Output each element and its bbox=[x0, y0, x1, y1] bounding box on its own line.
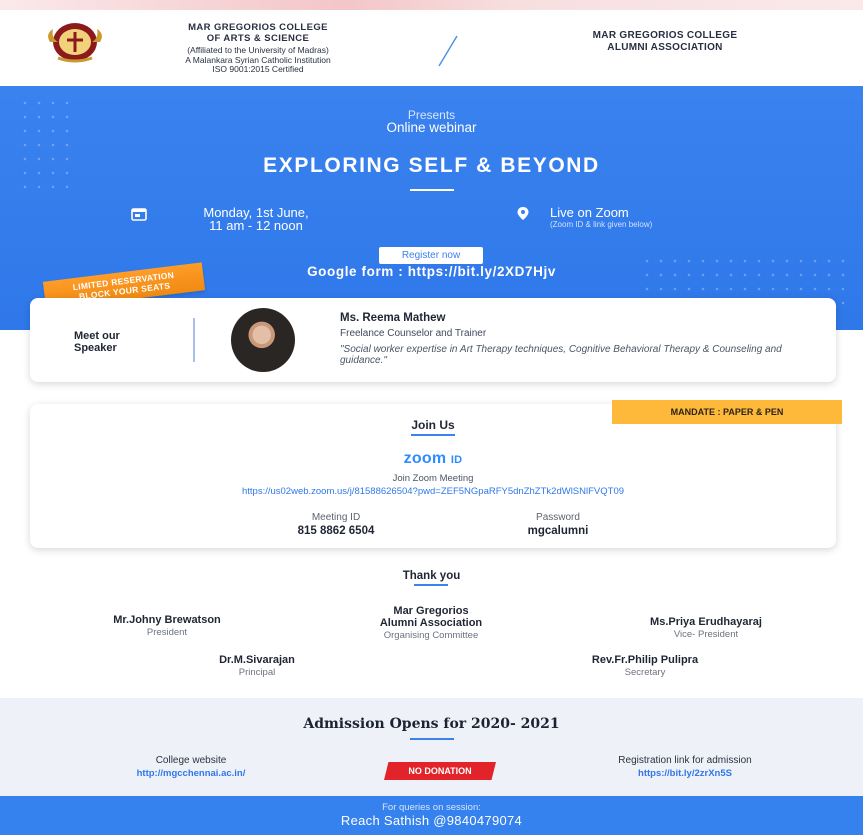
letterhead: MAR GREGORIOS COLLEGE OF ARTS & SCIENCE … bbox=[0, 0, 863, 86]
calendar-icon bbox=[131, 208, 147, 221]
join-card: MANDATE : PAPER & PEN Join Us zoom ID Jo… bbox=[30, 400, 842, 548]
location-pin-icon bbox=[517, 207, 529, 220]
zoom-meeting-link[interactable]: https://us02web.zoom.us/j/81588626504?pw… bbox=[30, 486, 836, 497]
password-label: Password bbox=[536, 512, 580, 523]
no-donation-badge: NO DONATION bbox=[384, 762, 496, 780]
person-principal: Dr.M.Sivarajan Principal bbox=[219, 654, 295, 678]
admission-title: Admission Opens for 2020- 2021 bbox=[303, 716, 560, 732]
college-name: MAR GREGORIOS COLLEGE OF ARTS & SCIENCE bbox=[188, 22, 328, 44]
join-meeting-label: Join Zoom Meeting bbox=[392, 473, 474, 484]
thank-you-heading: Thank you bbox=[402, 570, 461, 582]
register-now-button[interactable]: Register now bbox=[379, 247, 483, 264]
event-date: Monday, 1st June, 11 am - 12 noon bbox=[203, 205, 309, 233]
alumni-association-name: MAR GREGORIOS COLLEGE ALUMNI ASSOCIATION bbox=[592, 30, 738, 53]
person-organising-committee: Mar Gregorios Alumni Association Organis… bbox=[379, 605, 483, 641]
join-underline bbox=[411, 434, 455, 436]
meeting-id-label: Meeting ID bbox=[311, 512, 361, 523]
webinar-title: EXPLORING SELF & BEYOND bbox=[263, 154, 600, 177]
admission-underline bbox=[410, 738, 454, 740]
speaker-role: Freelance Counselor and Trainer bbox=[340, 328, 487, 339]
college-website-link[interactable]: http://mgcchennai.ac.in/ bbox=[86, 768, 296, 779]
registration-link[interactable]: https://bit.ly/2zrXn5S bbox=[560, 768, 810, 779]
join-title: Join Us bbox=[411, 418, 455, 432]
speaker-avatar bbox=[231, 308, 295, 372]
person-secretary: Rev.Fr.Philip Pulipra Secretary bbox=[591, 654, 699, 678]
speaker-quote: "Social worker expertise in Art Therapy … bbox=[340, 344, 782, 366]
person-president: Mr.Johny Brewatson President bbox=[113, 614, 221, 638]
event-venue: Live on Zoom bbox=[550, 205, 629, 220]
title-underline bbox=[410, 189, 454, 191]
contact-footer: For queries on session: Reach Sathish @9… bbox=[0, 796, 863, 835]
top-decor-strip bbox=[0, 0, 863, 10]
college-website-label: College website bbox=[155, 755, 227, 766]
speaker-name: Ms. Reema Mathew bbox=[340, 312, 446, 324]
meeting-password: mgcalumni bbox=[527, 525, 589, 537]
thanks-underline bbox=[414, 584, 448, 586]
admission-section: Admission Opens for 2020- 2021 College w… bbox=[0, 698, 863, 796]
venue-note: (Zoom ID & link given below) bbox=[550, 220, 653, 229]
event-type: Online webinar bbox=[386, 120, 477, 135]
zoom-logo: zoom ID bbox=[30, 450, 836, 468]
query-label: For queries on session: bbox=[382, 802, 481, 813]
person-vice-president: Ms.Priya Erudhayaraj Vice- President bbox=[650, 616, 762, 640]
college-logo-icon bbox=[48, 23, 102, 63]
zoom-brand: zoom bbox=[403, 450, 447, 467]
zoom-id-label: ID bbox=[450, 454, 463, 466]
meeting-id: 815 8862 6504 bbox=[297, 525, 375, 537]
header-divider bbox=[438, 35, 458, 67]
speaker-card: Meet our Speaker Ms. Reema Mathew Freela… bbox=[30, 298, 836, 382]
speaker-divider bbox=[193, 318, 195, 362]
speaker-heading: Meet our Speaker bbox=[74, 330, 120, 354]
college-affiliation: (Affiliated to the University of Madras)… bbox=[185, 45, 331, 74]
registration-link-label: Registration link for admission bbox=[618, 755, 752, 766]
contact-info: Reach Sathish @9840479074 bbox=[340, 813, 523, 828]
